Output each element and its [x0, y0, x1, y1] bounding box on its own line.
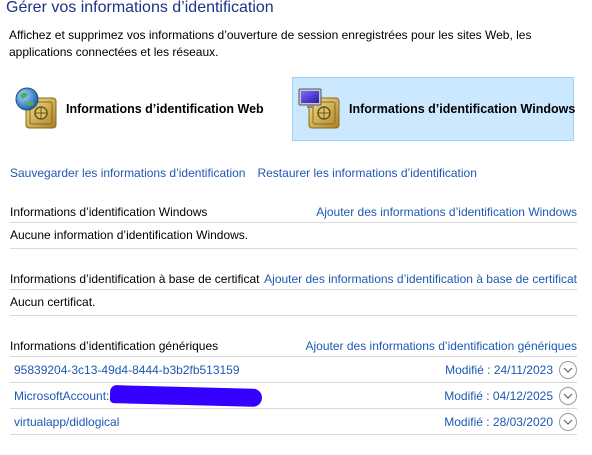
credential-name-text: MicrosoftAccount: [14, 388, 110, 403]
windows-section-header: Informations d’identification Windows Aj… [10, 202, 577, 223]
page-description: Affichez et supprimez vos informations d… [9, 28, 532, 59]
generic-section-header: Informations d’identification génériques… [10, 336, 577, 357]
add-certificate-credential-link[interactable]: Ajouter des informations d’identificatio… [264, 272, 577, 286]
certificate-empty-text: Aucun certificat. [10, 290, 577, 316]
credential-name[interactable]: virtualapp/didlogical [14, 415, 119, 429]
windows-credentials-tile[interactable]: Informations d’identification Windows [292, 77, 576, 141]
backup-credentials-link[interactable]: Sauvegarder les informations d’identific… [10, 166, 245, 180]
restore-credentials-link[interactable]: Restaurer les informations d’identificat… [257, 166, 476, 180]
redaction-mark [109, 384, 263, 407]
credential-modified: Modifié : 24/11/2023 [445, 362, 553, 377]
credential-row[interactable]: MicrosoftAccount: Modifié : 04/12/2025 [10, 383, 577, 409]
credential-modified: Modifié : 28/03/2020 [444, 414, 553, 429]
add-windows-credential-link[interactable]: Ajouter des informations d’identificatio… [316, 205, 577, 219]
certificate-credentials-section: Informations d’identification à base de … [10, 269, 577, 316]
web-vault-icon [15, 87, 57, 129]
add-generic-credential-link[interactable]: Ajouter des informations d’identificatio… [306, 339, 578, 353]
windows-vault-icon [298, 88, 340, 129]
web-credentials-tile[interactable]: Informations d’identification Web [10, 77, 280, 141]
web-credentials-label: Informations d’identification Web [66, 102, 264, 116]
credential-row[interactable]: virtualapp/didlogical Modifié : 28/03/20… [10, 409, 577, 435]
credential-row[interactable]: 95839204-3c13-49d4-8444-b3b2fb513159 Mod… [10, 357, 577, 383]
certificate-section-title: Informations d’identification à base de … [10, 272, 260, 286]
generic-credentials-section: Informations d’identification génériques… [10, 336, 577, 435]
windows-section-title: Informations d’identification Windows [10, 205, 208, 219]
generic-section-title: Informations d’identification génériques [10, 339, 219, 353]
expand-chevron-icon[interactable] [559, 412, 577, 431]
windows-credentials-label: Informations d’identification Windows [349, 102, 576, 116]
windows-credentials-section: Informations d’identification Windows Aj… [10, 202, 577, 249]
credential-modified: Modifié : 04/12/2025 [444, 388, 553, 403]
certificate-section-header: Informations d’identification à base de … [10, 269, 577, 290]
expand-chevron-icon[interactable] [559, 360, 577, 379]
page-title: Gérer vos informations d’identification [6, 0, 274, 16]
windows-empty-text: Aucune information d’identification Wind… [10, 223, 577, 249]
expand-chevron-icon[interactable] [559, 386, 577, 405]
credential-name[interactable]: 95839204-3c13-49d4-8444-b3b2fb513159 [14, 363, 240, 377]
credential-name[interactable]: MicrosoftAccount: [14, 384, 263, 407]
backup-restore-links: Sauvegarder les informations d’identific… [10, 166, 477, 180]
